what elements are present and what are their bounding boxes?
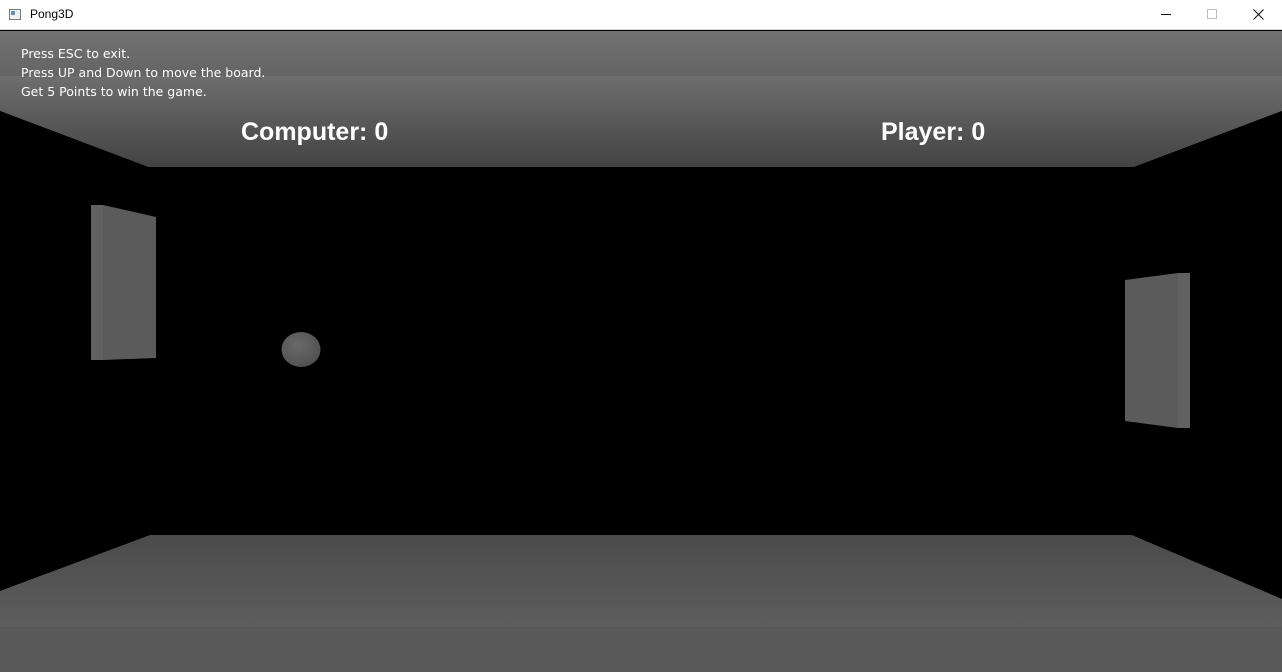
room-3d [0,31,1282,672]
player-paddle [1125,273,1190,428]
instruction-line: Get 5 Points to win the game. [21,84,207,99]
floor [0,535,1282,672]
instruction-line: Press UP and Down to move the board. [21,65,266,80]
title-bar[interactable]: Pong3D [0,0,1282,30]
ball [281,332,321,367]
instruction-line: Press ESC to exit. [21,46,131,61]
close-button[interactable] [1236,0,1282,30]
computer-score: Computer: 0 [241,118,389,146]
player-score: Player: 0 [881,118,986,146]
app-window-icon [9,9,21,20]
close-icon [1253,9,1264,20]
maximize-button[interactable] [1190,0,1236,30]
computer-paddle [91,205,156,360]
instructions-text: Press ESC to exit. Press UP and Down to … [21,44,265,101]
window-title: Pong3D [30,7,74,21]
game-window: Pong3D Press ESC to exit. Press UP and D… [0,0,1282,672]
minimize-button[interactable] [1144,0,1190,30]
game-scene[interactable]: Press ESC to exit. Press UP and Down to … [0,31,1282,672]
